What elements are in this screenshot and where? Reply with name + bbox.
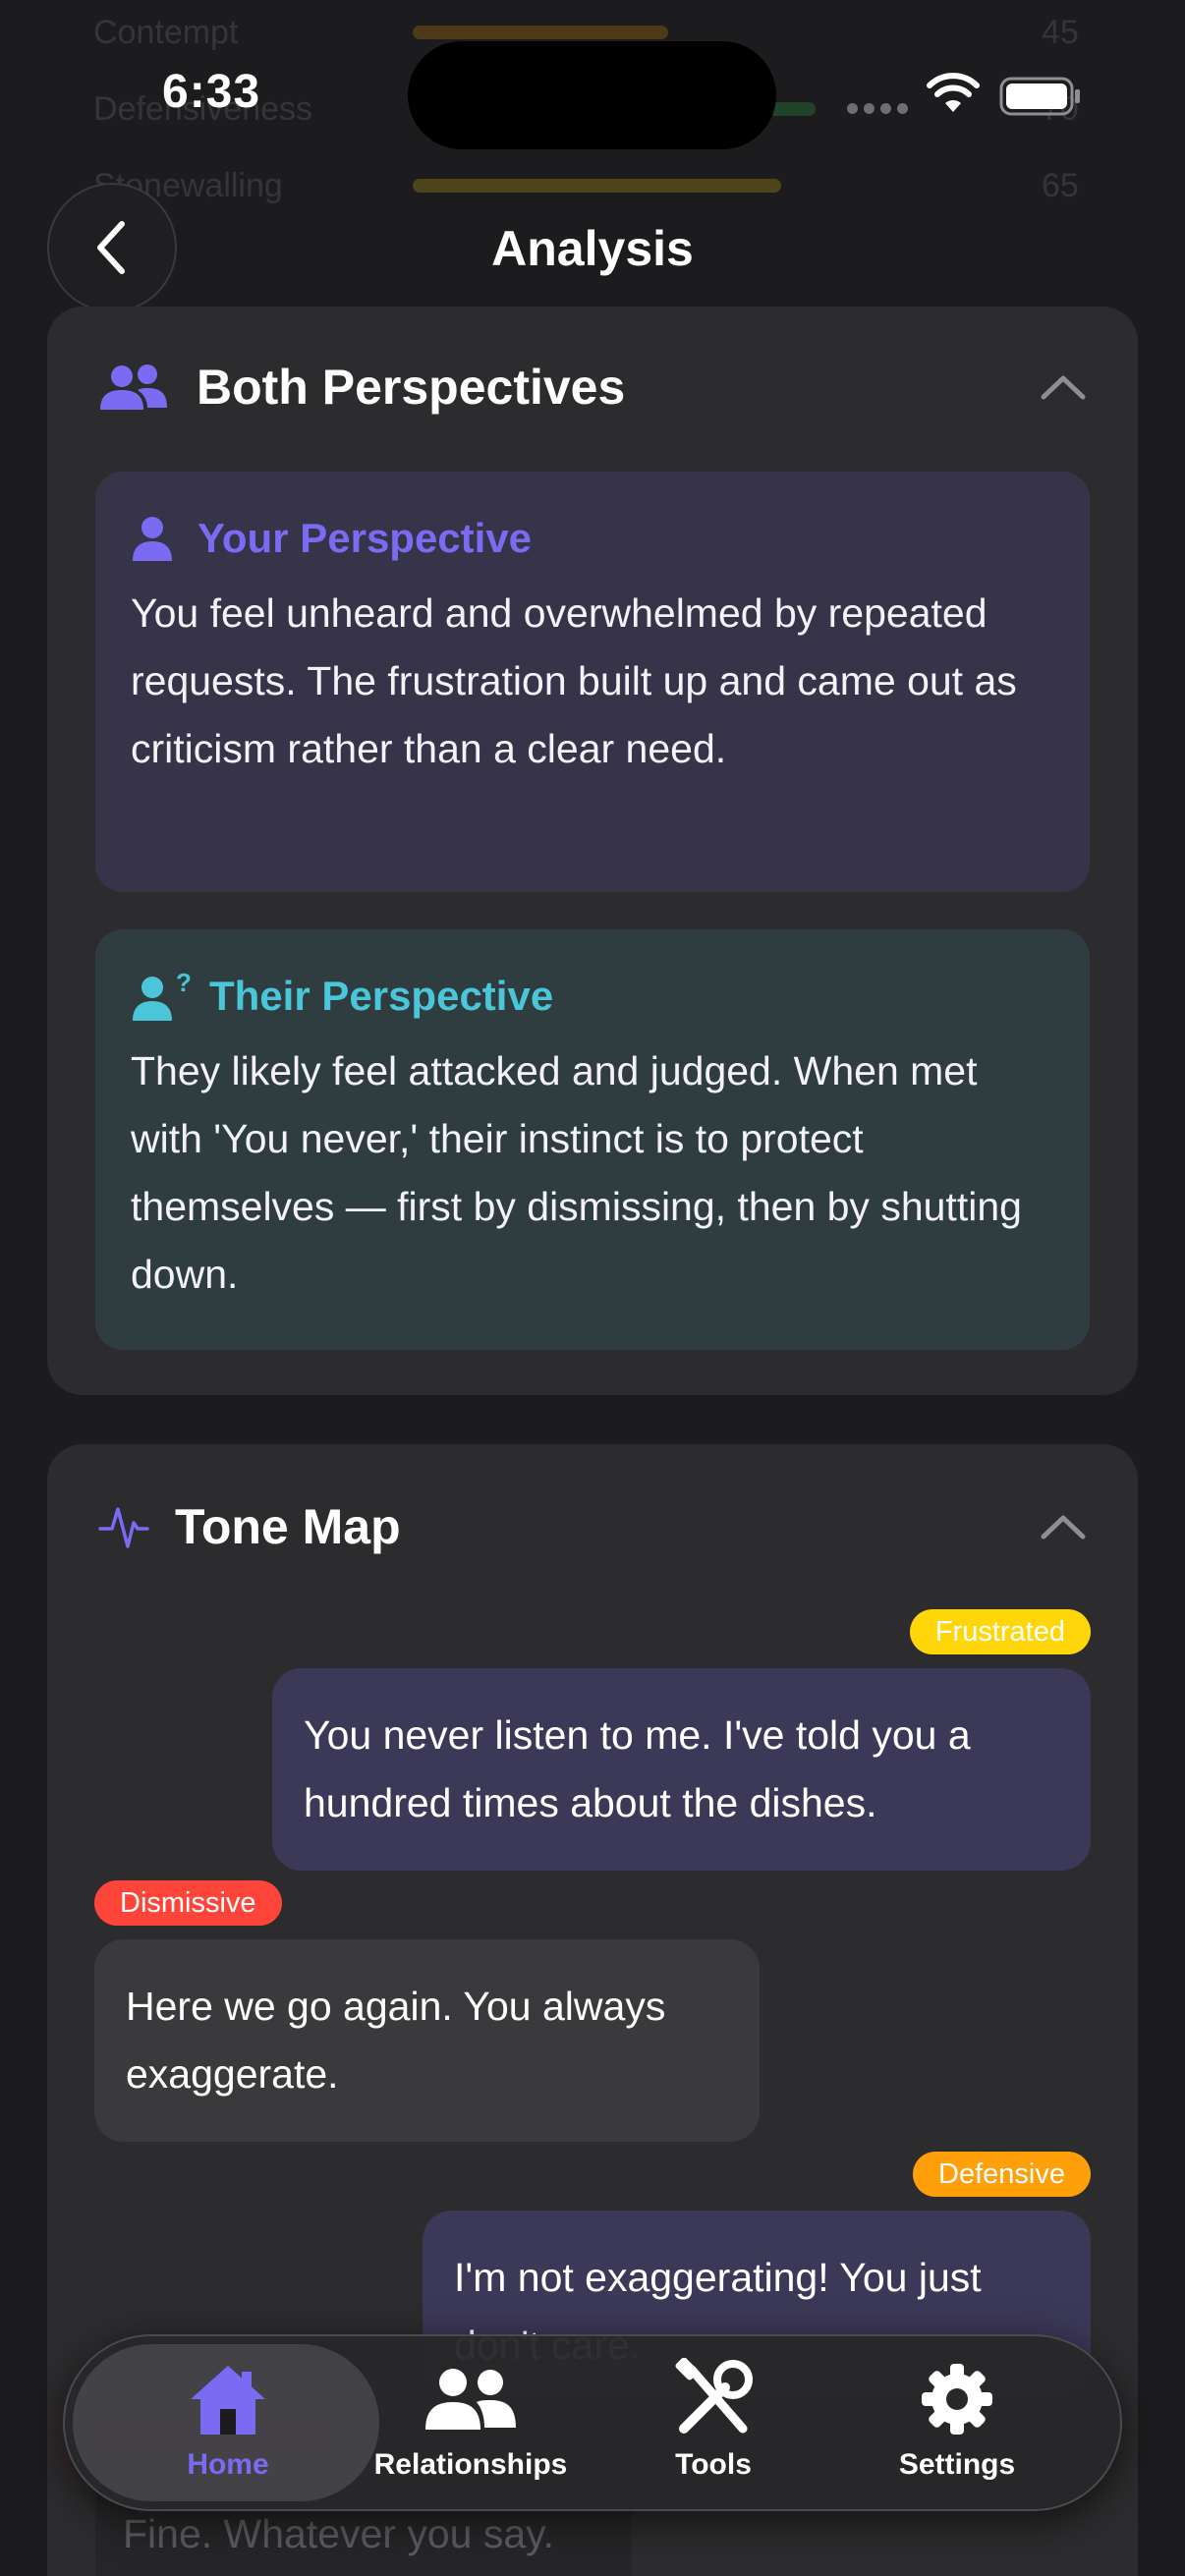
- house-icon: [191, 2366, 265, 2435]
- your-perspective-text: You feel unheard and overwhelmed by repe…: [131, 590, 1017, 771]
- message-bubble-theirs: Here we go again. You always exaggerate.: [94, 1939, 760, 2142]
- dynamic-island: [408, 41, 776, 149]
- bg-bar: [413, 179, 781, 193]
- tone-badge-frustrated: Frustrated: [909, 1609, 1091, 1654]
- tab-settings[interactable]: Settings: [844, 2358, 1070, 2495]
- card-title: Both Perspectives: [197, 360, 626, 415]
- svg-text:?: ?: [176, 972, 192, 997]
- tab-tools[interactable]: Tools: [600, 2358, 826, 2495]
- card-title: Tone Map: [175, 1499, 401, 1554]
- tone-map-header[interactable]: Tone Map: [98, 1487, 1087, 1566]
- your-perspective-box: Your Perspective You feel unheard and ov…: [95, 472, 1090, 892]
- bg-value: 65: [1042, 167, 1079, 204]
- page-title: Analysis: [491, 221, 694, 276]
- people-icon: [425, 2369, 516, 2430]
- tab-label: Home: [187, 2448, 269, 2481]
- tab-label: Relationships: [373, 2448, 568, 2481]
- tools-icon: [675, 2358, 753, 2434]
- cellular-signal-icon: [847, 103, 908, 114]
- tab-relationships[interactable]: Relationships: [358, 2358, 584, 2495]
- their-perspective-text: They likely feel attacked and judged. Wh…: [131, 1048, 1022, 1297]
- message-text-faded: Fine. Whatever you say.: [123, 2511, 555, 2556]
- message-bubble-mine: You never listen to me. I've told you a …: [272, 1668, 1091, 1871]
- wifi-icon: [927, 73, 980, 112]
- your-perspective-title: Your Perspective: [198, 515, 533, 561]
- bg-value: 45: [1042, 14, 1079, 51]
- tab-label: Tools: [675, 2448, 752, 2481]
- their-perspective-title: Their Perspective: [209, 973, 554, 1019]
- their-perspective-box: ? Their Perspective They likely feel att…: [95, 929, 1090, 1350]
- tab-home[interactable]: Home: [115, 2358, 341, 2495]
- waveform-icon: [98, 1507, 149, 1548]
- perspectives-header[interactable]: Both Perspectives: [98, 348, 1087, 426]
- tone-badge-defensive: Defensive: [913, 2152, 1091, 2197]
- person-icon: [133, 517, 172, 561]
- bg-bar: [413, 26, 668, 39]
- bg-label: Contempt: [93, 14, 239, 51]
- battery-icon: [999, 77, 1080, 116]
- person-question-icon: ?: [133, 972, 192, 1021]
- gear-icon: [922, 2364, 992, 2435]
- chevron-up-icon[interactable]: [1040, 1513, 1087, 1540]
- people-icon: [100, 364, 167, 410]
- perspectives-card: Both Perspectives Your Perspective You f…: [47, 307, 1138, 1395]
- tab-label: Settings: [898, 2448, 1016, 2481]
- tone-badge-dismissive: Dismissive: [94, 1880, 282, 1926]
- status-time: 6:33: [162, 66, 261, 118]
- chevron-up-icon[interactable]: [1040, 373, 1087, 401]
